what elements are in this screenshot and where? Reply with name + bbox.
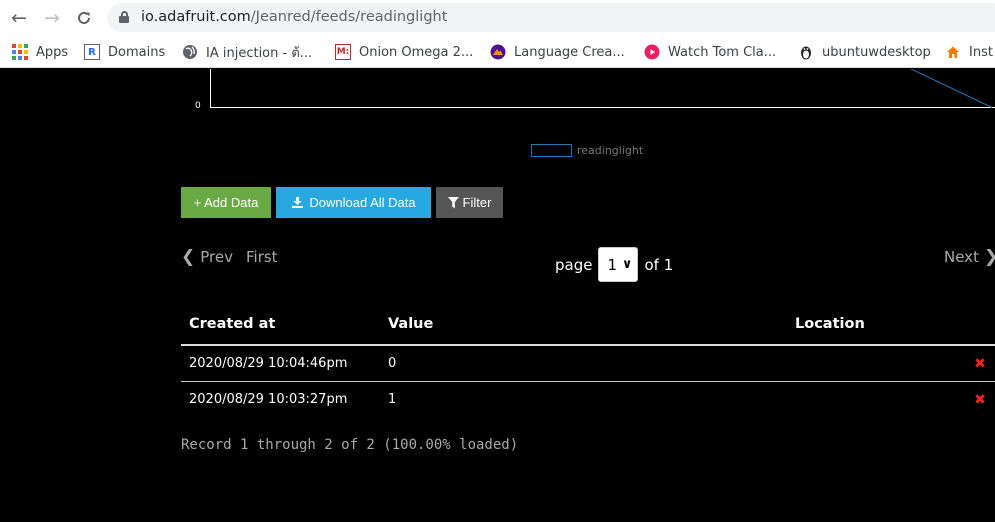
chart-series-line-readinglight xyxy=(909,69,993,108)
chart-legend: readinglight xyxy=(531,144,643,157)
page-select[interactable]: 1 ∨ xyxy=(598,247,639,282)
prev-page-link[interactable]: ❮ Prev xyxy=(181,248,233,266)
first-page-link[interactable]: First xyxy=(246,248,278,266)
bookmark-onion-omega[interactable]: M: Onion Omega 2... xyxy=(335,41,473,63)
bookmark-ia-injection[interactable]: IA injection - ต้... xyxy=(182,41,312,63)
table-header-divider xyxy=(181,344,995,346)
bookmark-apps[interactable]: Apps xyxy=(12,41,68,63)
bookmark-label: Inst xyxy=(969,44,993,60)
address-bar[interactable]: io.adafruit.com/Jeanred/feeds/readinglig… xyxy=(107,3,995,32)
delete-row-icon[interactable]: ✖ xyxy=(974,393,986,407)
m-badge-icon: M: xyxy=(335,44,351,60)
bookmark-label: IA injection - ต้... xyxy=(206,45,313,61)
download-all-data-button[interactable]: Download All Data xyxy=(276,187,431,218)
feed-page: 0 readinglight + Add Data Download All D… xyxy=(0,69,995,522)
column-header-location[interactable]: Location xyxy=(795,316,865,332)
download-label: Download All Data xyxy=(309,195,416,210)
url-host: io.adafruit.com xyxy=(141,9,251,25)
cell-created-at: 2020/08/29 10:03:27pm xyxy=(189,392,348,407)
filter-label: Filter xyxy=(462,195,492,210)
r-square-icon: R xyxy=(84,44,100,60)
url-path: /Jeanred/feeds/readinglight xyxy=(250,9,448,25)
bookmark-watch-tom[interactable]: Watch Tom Cla... xyxy=(644,41,776,63)
delete-row-icon[interactable]: ✖ xyxy=(974,357,986,371)
page-select-value: 1 xyxy=(607,255,618,274)
next-page-link[interactable]: Next ❯ xyxy=(944,248,995,266)
legend-label: readinglight xyxy=(577,144,644,157)
chevron-right-icon: ❯ xyxy=(984,248,995,266)
browser-toolbar: ← → io.adafruit.com/Jeanred/feeds/readin… xyxy=(0,0,995,36)
next-label: Next xyxy=(944,248,979,266)
url-text[interactable]: io.adafruit.com/Jeanred/feeds/readinglig… xyxy=(141,9,447,25)
prev-label: Prev xyxy=(200,248,233,266)
download-icon xyxy=(292,197,304,208)
page-word: page xyxy=(555,255,593,274)
bookmark-label: Onion Omega 2... xyxy=(359,44,474,60)
bookmark-language-creation[interactable]: Language Crea... xyxy=(490,41,625,63)
bookmark-ubuntu[interactable]: ubuntuwdesktop xyxy=(798,41,931,63)
forward-arrow-icon[interactable]: → xyxy=(40,6,64,30)
penguin-icon xyxy=(798,44,814,60)
bookmark-label: Language Crea... xyxy=(514,44,625,60)
apps-grid-icon xyxy=(12,44,28,60)
cell-created-at: 2020/08/29 10:04:46pm xyxy=(189,356,348,371)
feed-chart xyxy=(210,69,995,108)
add-data-button[interactable]: + Add Data xyxy=(181,187,271,218)
bookmark-domains[interactable]: R Domains xyxy=(84,41,165,63)
column-header-created-at[interactable]: Created at xyxy=(189,316,275,332)
chevron-left-icon: ❮ xyxy=(181,246,196,267)
mountain-circle-icon xyxy=(490,44,506,60)
lock-icon xyxy=(119,11,129,23)
legend-swatch xyxy=(531,144,572,157)
bookmark-label: ubuntuwdesktop xyxy=(822,44,931,60)
bookmark-label: Apps xyxy=(36,44,69,60)
filter-button[interactable]: Filter xyxy=(436,187,503,218)
globe-icon xyxy=(182,44,198,60)
reload-icon[interactable] xyxy=(72,6,96,30)
play-circle-icon xyxy=(644,44,660,60)
cell-value: 0 xyxy=(388,356,397,371)
home-icon xyxy=(945,44,961,60)
column-header-value[interactable]: Value xyxy=(388,316,433,332)
bookmarks-bar: Apps R Domains IA injection - ต้... M: O… xyxy=(0,36,995,68)
bookmark-inst[interactable]: Inst xyxy=(945,41,993,63)
table-row-divider xyxy=(181,381,995,382)
back-arrow-icon[interactable]: ← xyxy=(7,6,31,30)
cell-value: 1 xyxy=(388,392,397,407)
records-status: Record 1 through 2 of 2 (100.00% loaded) xyxy=(181,437,519,453)
filter-icon xyxy=(447,196,459,208)
chart-y-tick-label: 0 xyxy=(195,101,201,111)
bookmark-label: Watch Tom Cla... xyxy=(668,44,777,60)
page-of-text: of 1 xyxy=(644,255,674,274)
bookmark-label: Domains xyxy=(108,44,166,60)
chevron-down-icon: ∨ xyxy=(621,257,633,272)
page-selector-group: page 1 ∨ of 1 xyxy=(555,247,673,282)
